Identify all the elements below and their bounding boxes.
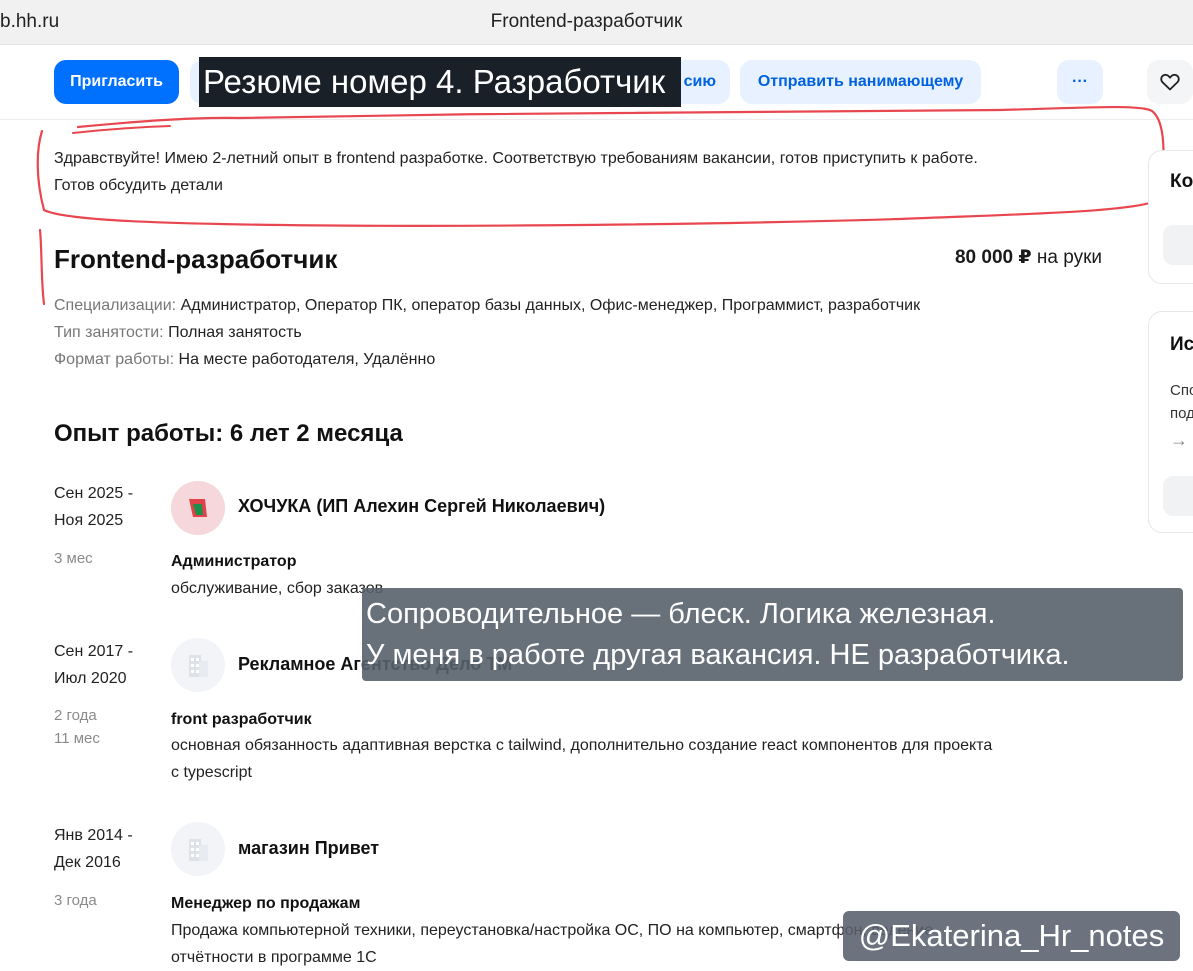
comment-overlay: Сопроводительное — блеск. Логика железна… xyxy=(362,588,1183,681)
building-icon xyxy=(189,655,208,677)
vacancy-title: Frontend-разработчик xyxy=(54,244,338,274)
sidebar-card-contacts: Ко xyxy=(1148,150,1193,284)
salary: 80 000 ₽ на руки xyxy=(880,246,1102,269)
job-date-to: Дек 2016 xyxy=(54,854,121,871)
comment-line: Сопроводительное — блеск. Логика железна… xyxy=(366,598,996,630)
job-role: Администратор xyxy=(171,553,297,570)
work-format-label: Формат работы: xyxy=(54,351,175,368)
job-duration-line: 3 года xyxy=(54,892,97,909)
job-duration: 3 года xyxy=(54,889,97,912)
company-name[interactable]: магазин Привет xyxy=(238,838,379,859)
job-date-to: Июл 2020 xyxy=(54,670,127,687)
specializations-value: Администратор, Оператор ПК, оператор баз… xyxy=(180,297,921,314)
salary-suffix: на руки xyxy=(1036,247,1102,268)
specializations-row: Специализации: Администратор, Оператор П… xyxy=(54,297,920,315)
sidebar-card-heading: Ко xyxy=(1170,171,1193,192)
sidebar-card-source: Ис Спо под → xyxy=(1148,311,1193,533)
sidebar-card-button[interactable] xyxy=(1163,476,1193,516)
work-format-value: На месте работодателя, Удалённо xyxy=(178,351,436,368)
comment-line: У меня в работе другая вакансия. НЕ разр… xyxy=(366,639,1070,671)
job-duration-line: 3 мес xyxy=(54,550,93,567)
job-role: front разработчик xyxy=(171,711,312,728)
job-dates: Янв 2014 - Дек 2016 xyxy=(54,822,133,876)
employment-label: Тип занятости: xyxy=(54,324,164,341)
work-format-row: Формат работы: На месте работодателя, Уд… xyxy=(54,351,435,369)
job-description: основная обязанность адаптивная верстка … xyxy=(171,732,1111,786)
job-description-line: основная обязанность адаптивная верстка … xyxy=(171,737,993,754)
job-duration-line: 11 мес xyxy=(54,730,100,747)
salary-amount: 80 000 ₽ xyxy=(954,247,1032,268)
sidebar-card-text: под xyxy=(1170,405,1193,422)
job-description-line: с typescript xyxy=(171,764,252,781)
watermark: @Ekaterina_Hr_notes xyxy=(843,911,1180,961)
job-duration: 2 года 11 мес xyxy=(54,704,100,750)
employment-value: Полная занятость xyxy=(168,324,302,341)
company-logo xyxy=(171,481,225,535)
sidebar-card-heading: Ис xyxy=(1170,334,1193,355)
job-duration-line: 2 года xyxy=(54,707,97,724)
job-date-from: Сен 2025 - xyxy=(54,485,134,502)
specializations-label: Специализации: xyxy=(54,297,177,314)
company-logo xyxy=(171,822,225,876)
arrow-right-icon[interactable]: → xyxy=(1170,430,1188,451)
company-logo-mark xyxy=(189,499,207,517)
job-date-from: Янв 2014 - xyxy=(54,827,133,844)
red-annotation-outline xyxy=(36,105,1165,306)
company-name[interactable]: ХОЧУКА (ИП Алехин Сергей Николаевич) xyxy=(238,496,605,517)
company-logo xyxy=(171,638,225,692)
employment-row: Тип занятости: Полная занятость xyxy=(54,324,302,342)
job-dates: Сен 2025 - Ноя 2025 xyxy=(54,480,133,534)
job-date-to: Ноя 2025 xyxy=(54,512,124,529)
job-duration: 3 мес xyxy=(54,547,93,570)
sidebar-card-button[interactable] xyxy=(1163,225,1193,265)
job-dates: Сен 2017 - Июл 2020 xyxy=(54,638,133,692)
sidebar-card-text: Спо xyxy=(1170,382,1193,399)
building-icon xyxy=(189,839,208,861)
job-date-from: Сен 2017 - xyxy=(54,643,134,660)
experience-title: Опыт работы: 6 лет 2 месяца xyxy=(54,420,403,447)
job-role: Менеджер по продажам xyxy=(171,895,361,912)
